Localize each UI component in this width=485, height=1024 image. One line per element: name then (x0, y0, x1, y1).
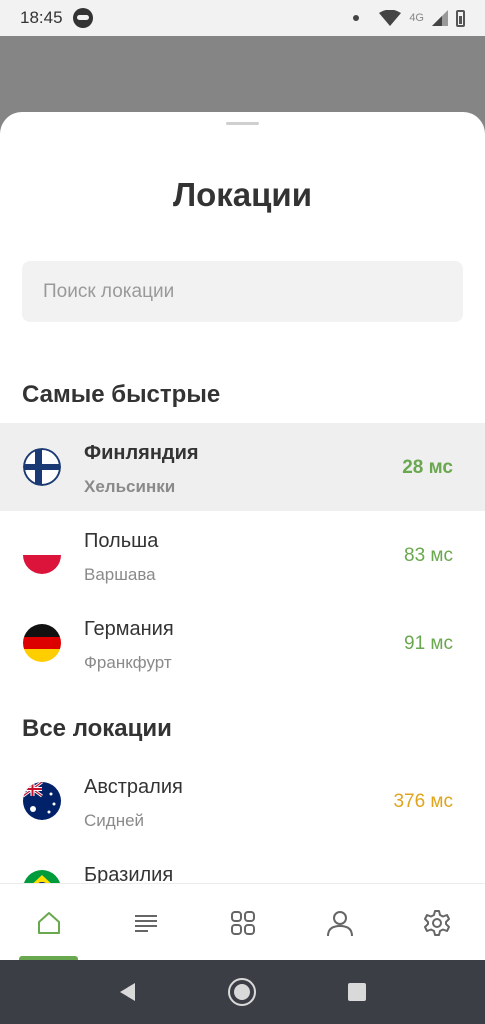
page-title: Локации (172, 176, 313, 213)
battery-icon (456, 9, 465, 27)
location-row-finland[interactable]: Финляндия Хельсинки 28 мс (0, 423, 485, 511)
location-city: Хельсинки (84, 477, 176, 496)
location-ping: 91 мс (404, 633, 453, 654)
location-row-australia[interactable]: Австралия Сидней 376 мс (0, 757, 485, 845)
location-city: Сидней (84, 811, 145, 830)
tab-settings[interactable] (388, 884, 485, 961)
tab-list[interactable] (97, 884, 194, 961)
section-title-all: Все локации (22, 715, 172, 742)
section-title-fastest: Самые быстрые (22, 381, 221, 408)
list-icon (134, 914, 157, 932)
location-ping: 83 мс (404, 545, 453, 566)
sheet-drag-handle[interactable] (226, 122, 259, 125)
location-city: Варшава (84, 565, 156, 584)
recents-button[interactable] (341, 976, 373, 1008)
search-location-input[interactable] (22, 261, 463, 322)
status-time: 18:45 (20, 8, 63, 27)
location-row-poland[interactable]: Польша Варшава 83 мс (0, 511, 485, 599)
location-ping: 376 мс (393, 791, 453, 812)
home-button[interactable] (226, 976, 258, 1008)
back-triangle-icon (120, 983, 135, 1001)
system-nav-bar (0, 960, 485, 1024)
profile-icon (326, 910, 353, 936)
tab-profile[interactable] (291, 884, 388, 961)
poland-flag-icon (23, 536, 61, 574)
location-country: Австралия (84, 776, 183, 798)
location-row-germany[interactable]: Германия Франкфурт 91 мс (0, 599, 485, 687)
network-type: 4G (409, 12, 424, 24)
wifi-icon (379, 10, 402, 26)
australia-flag-icon (23, 782, 61, 820)
tab-apps[interactable] (194, 884, 291, 961)
location-country: Польша (84, 530, 159, 552)
settings-gear-icon (423, 909, 450, 936)
bottom-tab-bar (0, 883, 485, 961)
location-city: Франкфурт (84, 653, 172, 672)
home-circle-icon (228, 978, 256, 1006)
status-icons: 4G (353, 9, 465, 27)
home-icon (37, 911, 60, 934)
apps-grid-icon (230, 910, 255, 935)
finland-flag-icon (23, 448, 61, 486)
vpn-ninja-icon (72, 8, 93, 28)
notification-dot-icon (353, 15, 360, 21)
tab-home[interactable] (0, 884, 97, 961)
signal-icon (432, 10, 448, 26)
germany-flag-icon (23, 624, 61, 662)
status-bar: 18:45 4G (0, 0, 485, 36)
locations-sheet: Локации Самые быстрые Финляндия Хельсинк… (0, 112, 485, 960)
back-button[interactable] (111, 976, 143, 1008)
location-country: Финляндия (84, 442, 199, 464)
recents-square-icon (348, 983, 366, 1001)
location-ping: 28 мс (402, 457, 453, 478)
location-country: Германия (84, 618, 174, 640)
